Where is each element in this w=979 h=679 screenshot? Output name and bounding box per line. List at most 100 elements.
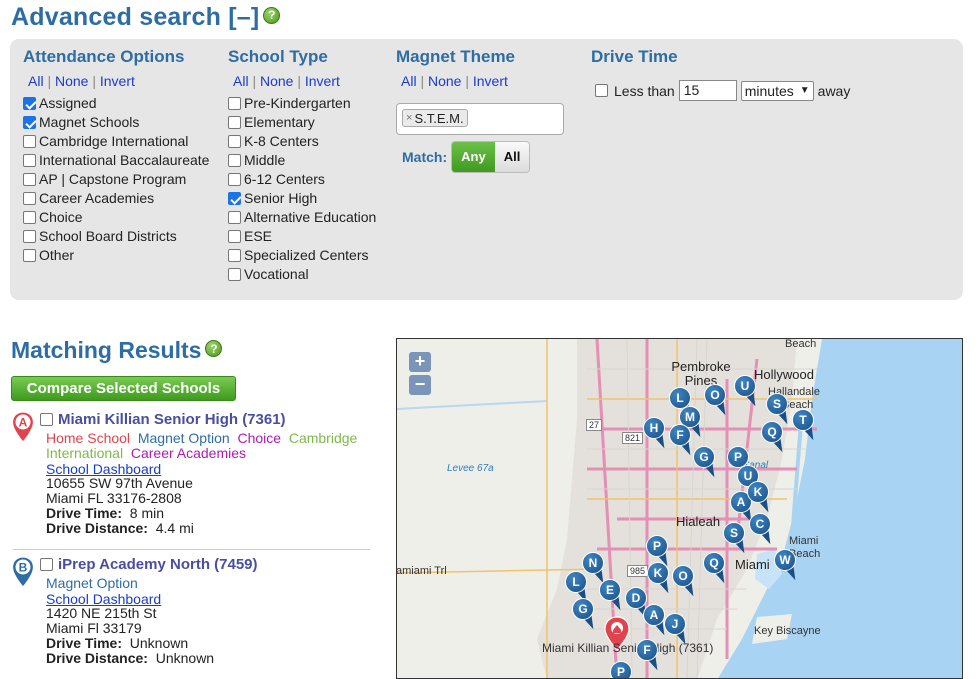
zoom-in-button[interactable]: + [409, 352, 431, 372]
school-type-option[interactable]: Pre-Kindergarten [228, 94, 388, 113]
school-type-option[interactable]: ESE [228, 227, 388, 246]
result-select-checkbox[interactable] [40, 413, 53, 426]
school-type-option[interactable]: Vocational [228, 265, 388, 284]
match-any-button[interactable]: Any [452, 142, 495, 172]
attendance-checkbox[interactable] [23, 173, 36, 186]
school-type-option[interactable]: Specialized Centers [228, 246, 388, 265]
school-type-option[interactable]: K-8 Centers [228, 132, 388, 151]
attendance-checkbox[interactable] [23, 230, 36, 243]
map-marker-icon[interactable]: Q [761, 421, 787, 455]
school-type-option[interactable]: Alternative Education [228, 208, 388, 227]
school-type-checkbox[interactable] [228, 173, 241, 186]
map-marker-icon[interactable]: E [599, 579, 625, 613]
remove-tag-icon[interactable]: × [406, 112, 412, 124]
tag-magnet-option: Magnet Option [137, 430, 230, 446]
compare-selected-schools-button[interactable]: Compare Selected Schools [11, 376, 236, 401]
school-type-options-list: Pre-Kindergarten Elementary K-8 Centers Mid… [228, 94, 388, 284]
school-type-checkbox[interactable] [228, 97, 241, 110]
attendance-checkbox[interactable] [23, 135, 36, 148]
map-marker-icon[interactable]: G [693, 446, 719, 480]
results-map[interactable]: + − Beach Pembroke Pines Hollywood Halla… [396, 338, 963, 679]
school-type-checkbox[interactable] [228, 211, 241, 224]
attendance-checkbox[interactable] [23, 192, 36, 205]
result-address-line2: Miami Fl 33179 [46, 620, 142, 636]
map-marker-icon[interactable]: C [749, 513, 775, 547]
advanced-search-title-text[interactable]: Advanced search [–] [11, 3, 259, 31]
attendance-checkbox[interactable] [23, 97, 36, 110]
map-marker-icon[interactable]: F [636, 639, 662, 673]
map-marker-icon[interactable]: S [723, 522, 749, 556]
magnet-theme-select-all-link[interactable]: All [401, 73, 417, 89]
advanced-search-title[interactable]: Advanced search [–]? [11, 3, 281, 32]
attendance-checkbox[interactable] [23, 154, 36, 167]
map-label-hialeah: Hialeah [676, 514, 721, 529]
map-marker-icon[interactable]: W [774, 549, 800, 583]
attendance-option[interactable]: Career Academies [23, 189, 223, 208]
map-marker-icon[interactable]: G [572, 598, 598, 632]
attendance-invert-link[interactable]: Invert [100, 73, 135, 89]
map-marker-icon[interactable]: T [792, 409, 818, 443]
drive-time-unit-select[interactable]: minutes ▼ [740, 80, 814, 101]
map-marker-icon[interactable]: Q [703, 552, 729, 586]
help-icon[interactable]: ? [263, 6, 281, 24]
magnet-theme-select-none-link[interactable]: None [428, 73, 461, 89]
map-marker-icon[interactable]: U [734, 375, 760, 409]
school-type-checkbox[interactable] [228, 135, 241, 148]
school-type-checkbox[interactable] [228, 249, 241, 262]
map-marker-letter: K [747, 481, 769, 503]
map-label-levee: Levee 67a [447, 463, 494, 474]
map-marker-icon[interactable]: L [565, 571, 591, 605]
attendance-label: Cambridge International [39, 133, 189, 149]
attendance-option[interactable]: Magnet Schools [23, 113, 223, 132]
attendance-select-all-link[interactable]: All [28, 73, 44, 89]
attendance-option[interactable]: Assigned [23, 94, 223, 113]
school-type-option[interactable]: Elementary [228, 113, 388, 132]
map-marker-icon[interactable]: S [766, 393, 792, 427]
school-type-option[interactable]: 6-12 Centers [228, 170, 388, 189]
result-select-checkbox[interactable] [40, 558, 53, 571]
attendance-option[interactable]: Other [23, 246, 223, 265]
map-pin-b-icon[interactable]: B [11, 556, 35, 588]
map-marker-icon[interactable]: A [643, 604, 669, 638]
map-marker-icon[interactable]: P [610, 661, 636, 678]
attendance-checkbox[interactable] [23, 211, 36, 224]
magnet-theme-invert-link[interactable]: Invert [473, 73, 508, 89]
drive-time-checkbox[interactable] [595, 84, 608, 97]
school-type-invert-link[interactable]: Invert [305, 73, 340, 89]
map-marker-icon[interactable]: H [643, 417, 669, 451]
attendance-checkbox[interactable] [23, 249, 36, 262]
zoom-out-button[interactable]: − [409, 375, 431, 395]
attendance-option[interactable]: School Board Districts [23, 227, 223, 246]
result-school-name[interactable]: Miami Killian Senior High (7361) [58, 411, 286, 428]
map-marker-icon[interactable]: O [672, 565, 698, 599]
result-school-name[interactable]: iPrep Academy North (7459) [58, 556, 258, 573]
drive-time-value-input[interactable]: 15 [678, 80, 737, 101]
attendance-options-heading: Attendance Options [23, 47, 185, 66]
attendance-select-none-link[interactable]: None [55, 73, 88, 89]
map-marker-icon[interactable]: K [647, 562, 673, 596]
school-type-select-none-link[interactable]: None [260, 73, 293, 89]
map-marker-icon[interactable]: J [664, 613, 690, 647]
map-marker-icon[interactable]: P [646, 535, 672, 569]
map-pin-a-icon[interactable]: A [11, 411, 35, 443]
match-all-button[interactable]: All [494, 142, 530, 172]
school-type-option[interactable]: Middle [228, 151, 388, 170]
school-type-checkbox[interactable] [228, 116, 241, 129]
school-type-select-all-link[interactable]: All [233, 73, 249, 89]
school-type-checkbox[interactable] [228, 268, 241, 281]
map-marker-icon[interactable]: F [669, 424, 695, 458]
school-type-checkbox[interactable] [228, 230, 241, 243]
attendance-option[interactable]: Choice [23, 208, 223, 227]
school-type-checkbox[interactable] [228, 154, 241, 167]
attendance-checkbox[interactable] [23, 116, 36, 129]
map-marker-letter: K [647, 562, 669, 584]
map-marker-icon[interactable]: K [747, 481, 773, 515]
attendance-option[interactable]: International Baccalaureate [23, 151, 223, 170]
help-icon[interactable]: ? [205, 340, 223, 358]
school-type-checkbox[interactable] [228, 192, 241, 205]
magnet-theme-select[interactable]: × S.T.E.M. [396, 103, 564, 135]
attendance-option[interactable]: AP | Capstone Program [23, 170, 223, 189]
school-type-option[interactable]: Senior High [228, 189, 388, 208]
attendance-option[interactable]: Cambridge International [23, 132, 223, 151]
map-marker-icon[interactable]: O [704, 384, 730, 418]
